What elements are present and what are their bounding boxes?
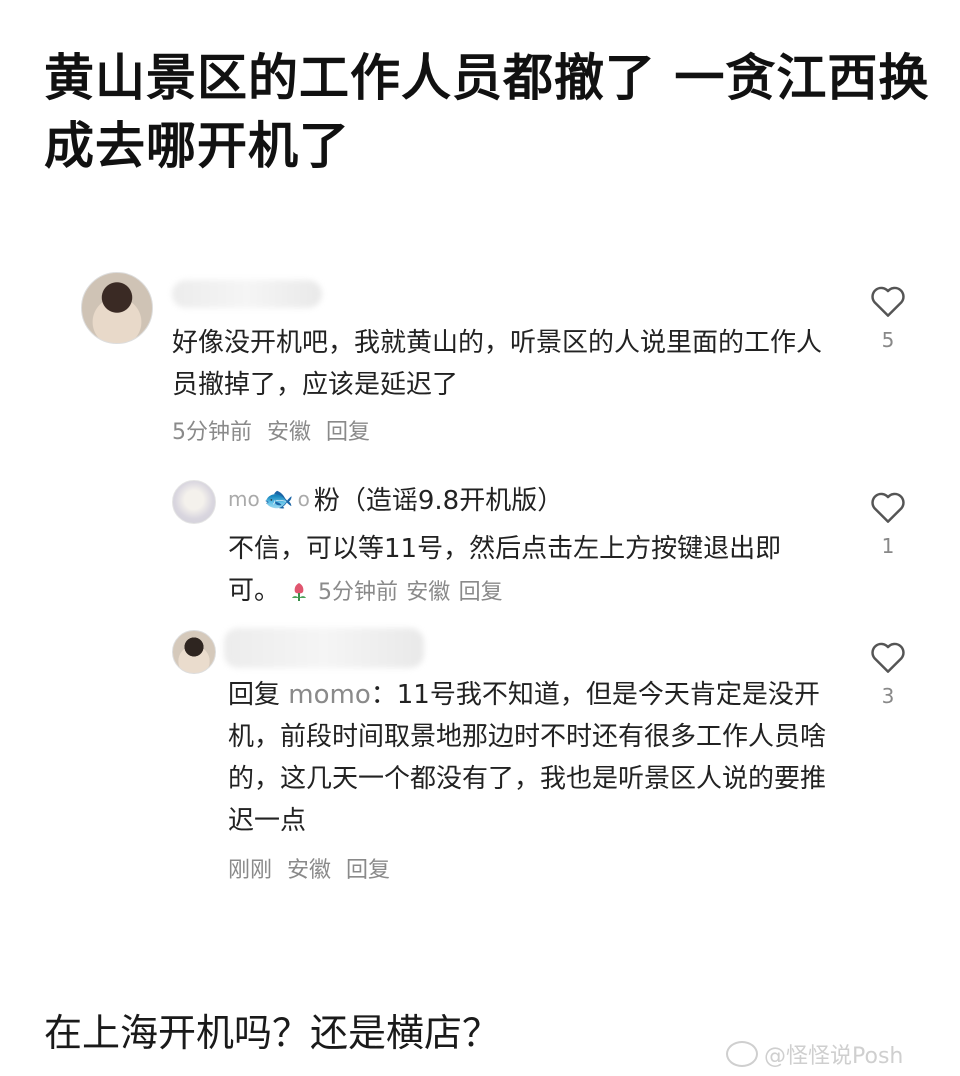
comment-location: 安徽	[267, 420, 312, 445]
comment-text: 好像没开机吧，我就黄山的，听景区的人说里面的工作人员撤掉了，应该是延迟了	[172, 328, 823, 400]
comment-body: 回复 momo：11号我不知道，但是今天肯定是没开机，前段时间取景地那边时不时还…	[228, 674, 828, 842]
username-text: 粉（造谣9.8开机版）	[313, 486, 564, 516]
username-suffix: o	[297, 486, 310, 511]
watermark-text: @怪怪说Posh	[764, 1044, 904, 1069]
reply-button[interactable]: 回复	[346, 858, 390, 883]
commenter-avatar[interactable]	[172, 480, 216, 524]
heart-outline-icon	[871, 286, 905, 317]
reply-button[interactable]: 回复	[459, 580, 503, 605]
reply-prefix: 回复	[228, 680, 281, 710]
comment-time: 5分钟前	[172, 420, 252, 445]
username-prefix: mo	[228, 486, 260, 511]
weibo-logo-icon	[726, 1041, 758, 1067]
reply-target[interactable]: momo	[288, 680, 370, 710]
reply-username[interactable]: mo 🐟 o 粉（造谣9.8开机版）	[228, 480, 563, 517]
comment-time: 刚刚	[228, 858, 273, 883]
like-count: 5	[881, 328, 895, 352]
like-button[interactable]: 5	[858, 284, 918, 352]
heart-outline-icon	[871, 642, 905, 673]
comment-meta: 刚刚 安徽 回复	[228, 852, 398, 884]
like-button[interactable]: 1	[858, 490, 918, 558]
commenter-avatar[interactable]	[172, 630, 216, 674]
comment-time: 5分钟前	[318, 580, 399, 605]
tulip-emoji-icon	[292, 583, 307, 601]
like-count: 3	[881, 684, 895, 708]
reply-button[interactable]: 回复	[326, 420, 370, 445]
comment-meta: 5分钟前 安徽 回复	[172, 414, 378, 446]
post-headline: 黄山景区的工作人员都撤了 一贪江西换成去哪开机了	[44, 49, 930, 175]
heart-outline-icon	[871, 492, 905, 523]
comment-body: 不信，可以等11号，然后点击左上方按键退出即可。 5分钟前 安徽 回复	[228, 528, 828, 614]
comment-location: 安徽	[406, 580, 451, 605]
post-question: 在上海开机吗？还是横店？	[44, 1011, 501, 1055]
blurred-username	[224, 628, 424, 668]
comment-location: 安徽	[287, 858, 332, 883]
fish-emoji-icon: 🐟	[263, 484, 294, 513]
blurred-username	[172, 280, 322, 308]
like-count: 1	[881, 534, 895, 558]
comment-text: 不信，可以等11号，然后点击左上方按键退出即可。	[228, 534, 782, 606]
like-button[interactable]: 3	[858, 640, 918, 708]
weibo-watermark: @怪怪说Posh	[726, 1038, 903, 1070]
commenter-avatar[interactable]	[81, 272, 153, 344]
